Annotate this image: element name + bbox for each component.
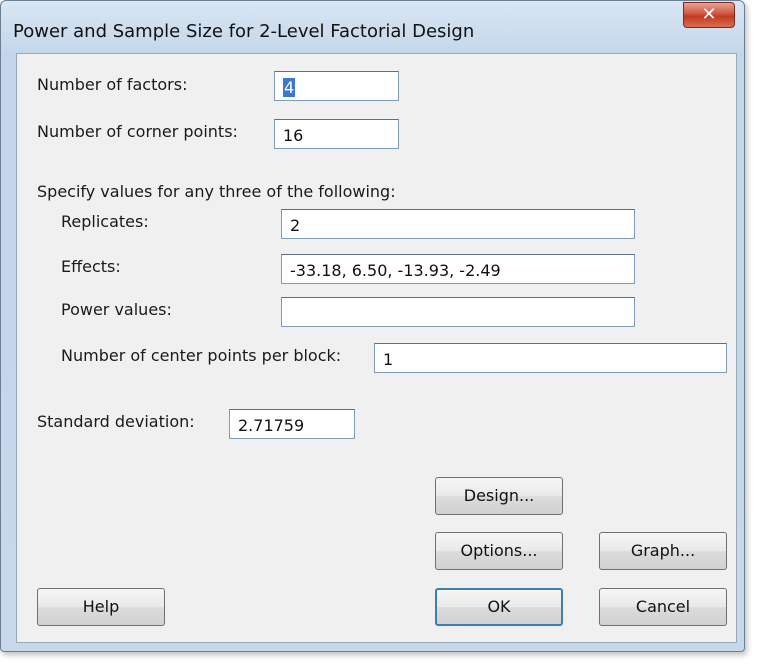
std-dev-input[interactable]: 2.71759: [229, 409, 355, 439]
window-bottom-border: [1, 643, 744, 651]
power-values-input[interactable]: [281, 297, 635, 327]
num-factors-value: 4: [283, 78, 296, 97]
center-points-label: Number of center points per block:: [61, 346, 342, 365]
close-button[interactable]: ✕: [683, 2, 735, 28]
num-corner-points-input[interactable]: 16: [274, 119, 399, 149]
power-values-label: Power values:: [61, 300, 172, 319]
num-factors-label: Number of factors:: [37, 75, 188, 94]
close-icon: ✕: [701, 4, 717, 25]
cancel-button[interactable]: Cancel: [599, 588, 727, 626]
options-button[interactable]: Options...: [435, 532, 563, 570]
title-bar[interactable]: Power and Sample Size for 2-Level Factor…: [1, 1, 744, 56]
std-dev-label: Standard deviation:: [37, 412, 195, 431]
window-title: Power and Sample Size for 2-Level Factor…: [13, 21, 475, 42]
help-button[interactable]: Help: [37, 588, 165, 626]
effects-input[interactable]: -33.18, 6.50, -13.93, -2.49: [281, 254, 635, 284]
dialog-body: Number of factors: 4 Number of corner po…: [16, 53, 737, 643]
dialog-window: Power and Sample Size for 2-Level Factor…: [0, 0, 745, 652]
replicates-label: Replicates:: [61, 212, 149, 231]
ok-button[interactable]: OK: [435, 588, 563, 626]
specify-values-label: Specify values for any three of the foll…: [37, 182, 396, 201]
replicates-input[interactable]: 2: [281, 209, 635, 239]
effects-label: Effects:: [61, 257, 121, 276]
design-button[interactable]: Design...: [435, 477, 563, 515]
graph-button[interactable]: Graph...: [599, 532, 727, 570]
center-points-input[interactable]: 1: [374, 343, 727, 373]
num-factors-input[interactable]: 4: [274, 71, 399, 101]
num-corner-points-label: Number of corner points:: [37, 122, 238, 141]
